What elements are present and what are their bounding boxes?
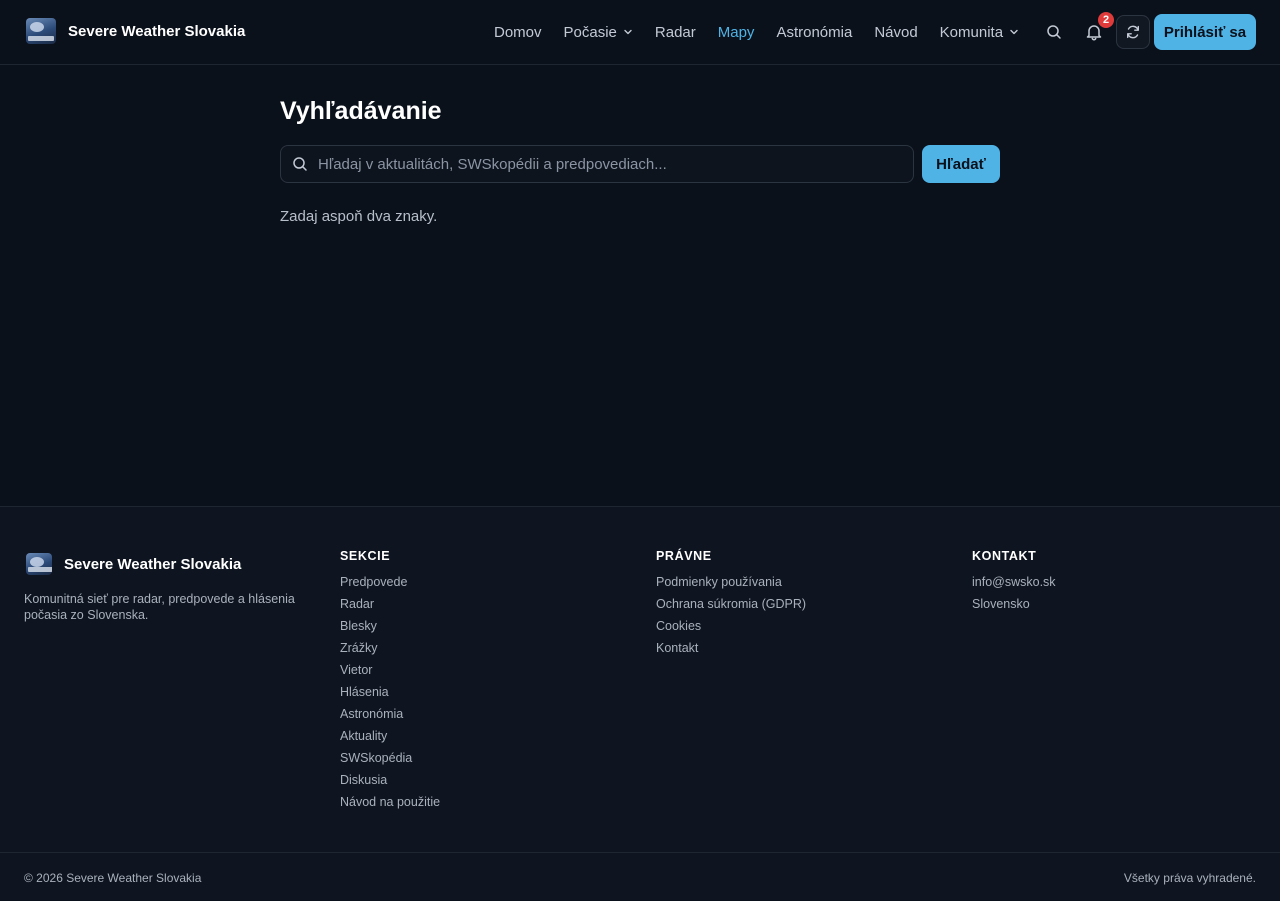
login-button[interactable]: Prihlásiť sa — [1154, 14, 1256, 50]
footer-sections-column: SEKCIE Predpovede Radar Blesky Zrážky Vi… — [340, 549, 440, 816]
footer-link[interactable]: Ochrana súkromia (GDPR) — [656, 596, 806, 618]
search-icon — [293, 157, 307, 171]
nav-label: Astronómia — [776, 23, 853, 41]
nav-label: Radar — [654, 23, 696, 41]
nav-item-domov[interactable]: Domov — [494, 24, 542, 41]
footer-link[interactable]: Predpovede — [340, 574, 440, 596]
site-footer: Severe Weather Slovakia Komunitná sieť p… — [0, 506, 1280, 900]
footer-link[interactable]: Astronómia — [340, 706, 440, 728]
rights-text: Všetky práva vyhradené. — [1123, 871, 1256, 885]
search-icon — [1047, 25, 1061, 39]
footer-column-title: SEKCIE — [340, 549, 391, 563]
nav-label: Domov — [494, 23, 542, 41]
footer-link[interactable]: Aktuality — [340, 728, 440, 750]
nav-item-pocasie[interactable]: Počasie — [564, 24, 633, 41]
search-hint: Zadaj aspoň dva znaky. — [280, 208, 438, 225]
footer-email-link[interactable]: info@swsko.sk — [972, 574, 1056, 596]
site-logo — [26, 553, 52, 575]
search-submit-button[interactable]: Hľadať — [922, 145, 1000, 183]
nav-item-komunita[interactable]: Komunita — [940, 24, 1019, 41]
search-field[interactable] — [280, 145, 914, 183]
nav-label: Návod — [874, 23, 918, 41]
brand-name: Severe Weather Slovakia — [68, 22, 246, 40]
chevron-down-icon — [624, 29, 632, 35]
footer-brand[interactable]: Severe Weather Slovakia — [26, 553, 241, 575]
footer-legal-column: PRÁVNE Podmienky používania Ochrana súkr… — [656, 549, 806, 662]
footer-link[interactable]: Návod na použitie — [340, 794, 440, 816]
footer-description: Komunitná sieť pre radar, predpovede a h… — [24, 592, 295, 622]
page-title: Vyhľadávanie — [280, 97, 442, 125]
chevron-down-icon — [1010, 29, 1018, 35]
refresh-icon — [1127, 25, 1139, 39]
footer-link[interactable]: Hlásenia — [340, 684, 440, 706]
notification-badge: 2 — [1098, 12, 1114, 28]
nav-item-navod[interactable]: Návod — [874, 24, 917, 41]
footer-link[interactable]: Vietor — [340, 662, 440, 684]
footer-link[interactable]: Diskusia — [340, 772, 440, 794]
footer-link[interactable]: Podmienky používania — [656, 574, 806, 596]
brand-link[interactable]: Severe Weather Slovakia — [26, 18, 245, 44]
nav-item-radar[interactable]: Radar — [655, 24, 696, 41]
nav-item-astronomia[interactable]: Astronómia — [776, 24, 852, 41]
footer-column-title: PRÁVNE — [656, 549, 712, 563]
footer-bottom-bar: © 2026 Severe Weather Slovakia Všetky pr… — [0, 852, 1280, 901]
site-logo — [26, 18, 56, 44]
copyright-text: © 2026 Severe Weather Slovakia — [24, 871, 202, 885]
footer-link[interactable]: Zrážky — [340, 640, 440, 662]
nav-label: Počasie — [563, 23, 617, 41]
footer-brand-name: Severe Weather Slovakia — [64, 555, 242, 573]
footer-link[interactable]: Radar — [340, 596, 440, 618]
search-page: Vyhľadávanie Hľadať Zadaj aspoň dva znak… — [0, 65, 1280, 506]
footer-link[interactable]: SWSkopédia — [340, 750, 440, 772]
footer-link[interactable]: Cookies — [656, 618, 806, 640]
top-navbar: Severe Weather Slovakia Domov Počasie Ra… — [0, 0, 1280, 65]
footer-contact-column: KONTAKT info@swsko.sk Slovensko — [972, 549, 1056, 618]
nav-item-mapy[interactable]: Mapy — [718, 24, 755, 41]
nav-label: Komunita — [939, 23, 1004, 41]
footer-column-title: KONTAKT — [972, 549, 1037, 563]
main-nav: Domov Počasie Radar Mapy Astronómia Návo… — [494, 0, 1041, 64]
footer-link[interactable]: Kontakt — [656, 640, 806, 662]
nav-label: Mapy — [717, 23, 755, 41]
footer-link[interactable]: Blesky — [340, 618, 440, 640]
footer-location: Slovensko — [972, 597, 1030, 611]
search-button[interactable] — [1042, 20, 1066, 44]
refresh-button[interactable] — [1116, 15, 1150, 49]
search-input[interactable] — [318, 155, 913, 173]
